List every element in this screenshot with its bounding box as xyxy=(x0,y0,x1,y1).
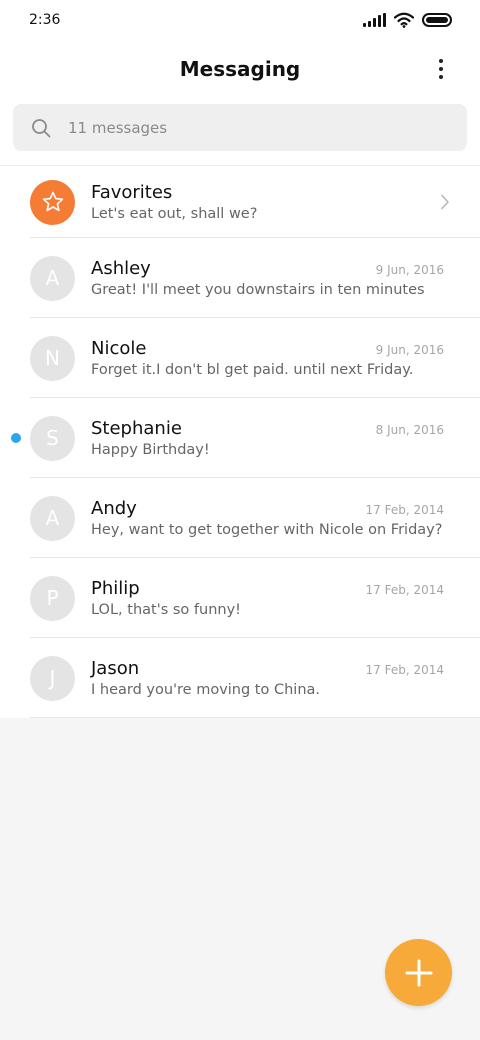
conversation-content: Stephanie 8 Jun, 2016 Happy Birthday! xyxy=(91,418,480,458)
page-title: Messaging xyxy=(179,57,301,81)
favorites-title: Favorites xyxy=(91,182,173,203)
message-preview: Great! I'll meet you downstairs in ten m… xyxy=(91,282,425,298)
unread-indicator xyxy=(11,433,21,443)
status-time: 2:36 xyxy=(29,12,61,28)
message-date: 9 Jun, 2016 xyxy=(375,263,444,277)
contact-name: Nicole xyxy=(91,338,147,359)
avatar: A xyxy=(30,495,75,541)
message-preview: Happy Birthday! xyxy=(91,442,210,458)
contact-name: Philip xyxy=(91,578,140,599)
avatar: J xyxy=(30,655,75,701)
search-input[interactable] xyxy=(68,118,449,137)
favorites-content: Favorites Let's eat out, shall we? xyxy=(91,182,480,222)
search-bar[interactable] xyxy=(13,104,467,151)
contact-name: Jason xyxy=(91,658,140,679)
search-icon xyxy=(32,118,51,137)
status-icons xyxy=(363,12,452,28)
star-icon xyxy=(42,191,63,212)
avatar: S xyxy=(30,415,75,461)
top-area: 2:36 Messaging xyxy=(0,0,480,165)
message-preview: Hey, want to get together with Nicole on… xyxy=(91,522,443,538)
app-header: Messaging xyxy=(0,40,480,98)
conversation-row[interactable]: S Stephanie 8 Jun, 2016 Happy Birthday! xyxy=(0,398,480,478)
conversation-content: Nicole 9 Jun, 2016 Forget it.I don't bl … xyxy=(91,338,480,378)
conversation-content: Andy 17 Feb, 2014 Hey, want to get toget… xyxy=(91,498,480,538)
message-date: 8 Jun, 2016 xyxy=(375,423,444,437)
conversation-content: Ashley 9 Jun, 2016 Great! I'll meet you … xyxy=(91,258,480,298)
search-wrapper xyxy=(0,98,480,165)
message-date: 17 Feb, 2014 xyxy=(365,583,445,597)
conversation-row[interactable]: J Jason 17 Feb, 2014 I heard you're movi… xyxy=(0,638,480,718)
contact-name: Stephanie xyxy=(91,418,182,439)
conversation-content: Jason 17 Feb, 2014 I heard you're moving… xyxy=(91,658,480,698)
avatar: A xyxy=(30,255,75,301)
message-preview: I heard you're moving to China. xyxy=(91,682,321,698)
status-bar: 2:36 xyxy=(0,0,480,40)
new-message-button[interactable] xyxy=(385,939,452,1006)
plus-icon xyxy=(405,959,432,986)
wifi-icon xyxy=(394,12,414,28)
avatar: N xyxy=(30,335,75,381)
message-preview: LOL, that's so funny! xyxy=(91,602,241,618)
conversation-content: Philip 17 Feb, 2014 LOL, that's so funny… xyxy=(91,578,480,618)
chevron-right-icon xyxy=(441,194,449,210)
conversation-row[interactable]: N Nicole 9 Jun, 2016 Forget it.I don't b… xyxy=(0,318,480,398)
message-date: 9 Jun, 2016 xyxy=(375,343,444,357)
avatar: P xyxy=(30,575,75,621)
signal-icon xyxy=(363,13,386,27)
message-preview: Forget it.I don't bl get paid. until nex… xyxy=(91,362,414,378)
message-date: 17 Feb, 2014 xyxy=(365,663,445,677)
conversation-row[interactable]: P Philip 17 Feb, 2014 LOL, that's so fun… xyxy=(0,558,480,638)
conversation-list: Favorites Let's eat out, shall we? A Ash… xyxy=(0,165,480,718)
contact-name: Ashley xyxy=(91,258,151,279)
favorites-row[interactable]: Favorites Let's eat out, shall we? xyxy=(0,166,480,238)
battery-icon xyxy=(422,13,452,27)
favorites-preview: Let's eat out, shall we? xyxy=(91,206,258,222)
message-date: 17 Feb, 2014 xyxy=(365,503,445,517)
favorites-avatar xyxy=(30,179,75,225)
conversation-row[interactable]: A Ashley 9 Jun, 2016 Great! I'll meet yo… xyxy=(0,238,480,318)
more-vertical-icon[interactable] xyxy=(426,57,456,81)
contact-name: Andy xyxy=(91,498,137,519)
conversation-row[interactable]: A Andy 17 Feb, 2014 Hey, want to get tog… xyxy=(0,478,480,558)
